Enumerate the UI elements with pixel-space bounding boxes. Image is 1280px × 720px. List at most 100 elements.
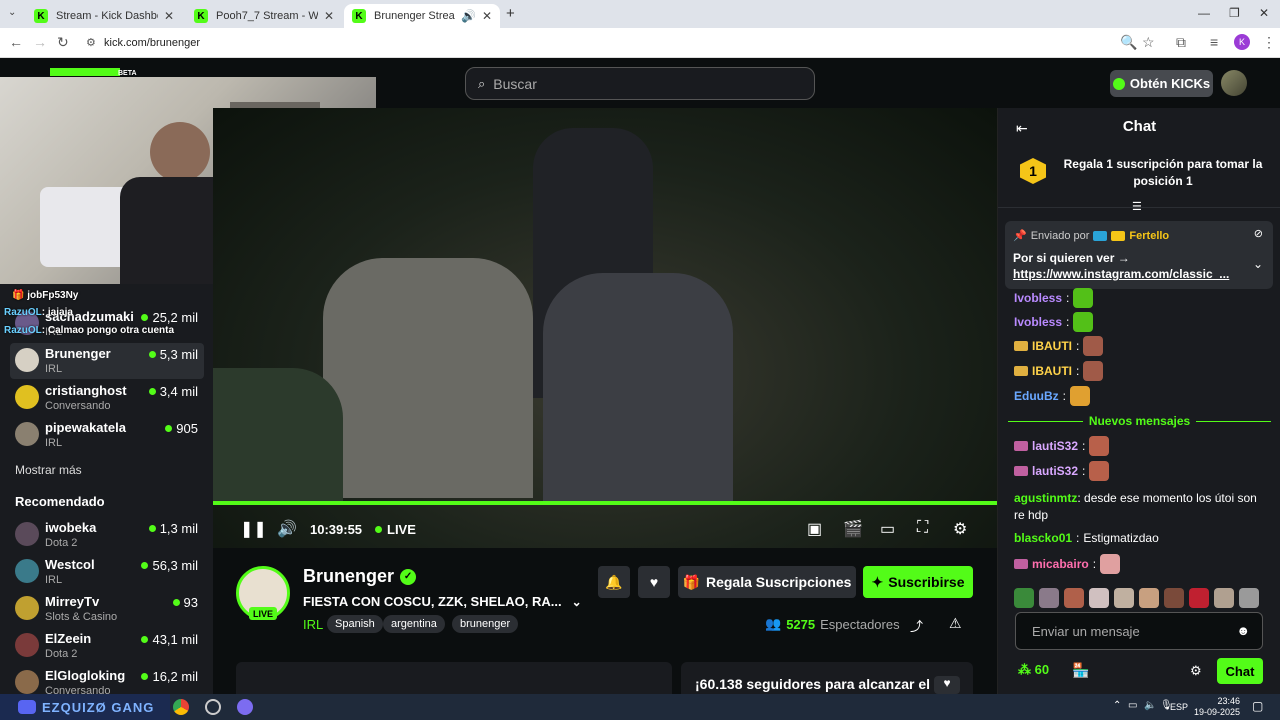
mute-tab-icon[interactable]: 🔊 [461,9,476,23]
volume-tray-icon[interactable]: 🔈 [1144,700,1156,711]
notifications-bell-button[interactable]: 🔔 [598,566,630,598]
obs-icon[interactable] [205,699,221,715]
share-icon[interactable]: ⤴ [910,616,923,635]
notifications-icon[interactable]: ▢ [1252,699,1263,713]
tab-list-icon[interactable]: ⌄ [8,7,16,18]
emote-icon[interactable] [1039,588,1059,608]
clip-icon[interactable]: 🎬 [843,519,863,539]
bookmark-star-icon[interactable]: ☆ [1142,34,1155,51]
show-more-link[interactable]: Mostrar más [15,463,82,477]
browser-menu-icon[interactable]: ⋮ [1262,34,1276,51]
network-icon[interactable]: ▭ [1128,700,1137,711]
miniplayer-icon[interactable]: ▣ [807,519,822,539]
close-tab-icon[interactable]: ✕ [482,9,492,23]
new-tab-icon[interactable]: + [506,5,515,22]
back-icon[interactable]: ← [9,34,23,50]
emote-icon[interactable] [1139,588,1159,608]
search-input[interactable]: ⌕ Buscar [465,67,815,100]
channel-points[interactable]: ⁂ 60 [1018,662,1049,678]
hide-pin-icon[interactable]: ⊘ [1254,227,1263,240]
emote-icon[interactable] [1114,588,1134,608]
chat-message: micabairo: [1014,554,1269,574]
user-avatar[interactable] [1221,70,1247,96]
site-info-icon[interactable]: ⚙ [86,36,96,49]
clock[interactable]: 23:46 19-09-2025 [1194,696,1240,718]
emote-icon[interactable] [1189,588,1209,608]
tab-kick-dashboard[interactable]: K Stream - Kick Dashboard ✕ [26,4,182,28]
tray-chevron-icon[interactable]: ⌃ [1113,700,1121,711]
chat-send-button[interactable]: Chat [1217,658,1263,684]
avatar [15,348,39,372]
chevron-down-icon[interactable]: ⌄ [572,595,582,609]
theater-mode-icon[interactable]: ▭ [880,519,895,539]
emote-bar [1014,588,1259,608]
emote-icon[interactable] [1014,588,1034,608]
stream-title[interactable]: FIESTA CON COSCU, ZZK, SHELAO, RA... ⌄ [303,594,582,609]
media-control-icon[interactable]: ≡ [1210,34,1218,50]
avatar [15,422,39,446]
subscribe-button[interactable]: ✦ Suscribirse [863,566,973,598]
sidebar-channel-pipewakatela[interactable]: pipewakatela IRL 905 [10,417,204,453]
sidebar-recommended-iwobeka[interactable]: iwobeka Dota 2 1,3 mil [10,517,204,553]
chat-message-input[interactable]: Enviar un mensaje ☻ [1015,612,1263,650]
extensions-icon[interactable]: ⧉ [1176,34,1186,51]
close-tab-icon[interactable]: ✕ [164,9,174,23]
kick-logo[interactable] [50,68,120,76]
sidebar-recommended-elzeein[interactable]: ElZeein Dota 2 43,1 mil [10,628,204,664]
pause-icon[interactable]: ❚❚ [240,519,267,539]
get-kicks-button[interactable]: Obtén KICKs [1110,70,1213,97]
settings-gear-icon[interactable]: ⚙ [953,519,967,539]
expand-icon[interactable]: ☰ [1132,200,1142,213]
sidebar-channel-brunenger[interactable]: Brunenger IRL 5,3 mil [10,343,204,379]
os-taskbar: EZQUIZØ GANG ⌃ ▭ 🔈 🎙 ESP 23:46 19-09-202… [0,694,1280,720]
emote-icon [1073,288,1094,308]
chrome-icon[interactable] [173,699,189,715]
minimize-icon[interactable]: — [1198,6,1210,20]
sidebar-recommended-mirreytv[interactable]: MirreyTv Slots & Casino 93 [10,591,204,627]
emoji-picker-icon[interactable]: ☻ [1236,623,1250,638]
streamer-name[interactable]: Brunenger ✓ [303,566,417,587]
tag-argentina[interactable]: argentina [383,615,445,633]
profile-avatar-icon[interactable]: K [1234,34,1250,50]
restore-icon[interactable]: ❐ [1229,6,1240,20]
store-icon[interactable]: 🏪 [1072,662,1089,679]
input-language[interactable]: ESP [1170,702,1188,712]
live-dot-icon [165,425,173,432]
emote-icon[interactable] [1064,588,1084,608]
tag-brunenger[interactable]: brunenger [452,615,519,633]
emote-icon[interactable] [1239,588,1259,608]
gift-subs-button[interactable]: 🎁 Regala Suscripciones [678,566,856,598]
report-warning-icon[interactable]: ⚠ [949,615,962,632]
volume-icon[interactable]: 🔊 [277,519,297,539]
chevron-down-icon[interactable]: ⌄ [1253,257,1263,271]
pinned-link[interactable]: https://www.instagram.com/classic_... [1013,266,1238,282]
app-icon[interactable] [237,699,253,715]
stream-category[interactable]: IRL [303,617,323,632]
emote-icon[interactable] [1214,588,1234,608]
forward-icon[interactable]: → [33,34,47,50]
fullscreen-icon[interactable]: ⛶ [917,519,928,537]
chat-settings-gear-icon[interactable]: ⚙ [1190,663,1202,679]
emote-icon[interactable] [1089,588,1109,608]
zoom-icon[interactable]: 🔍 [1120,34,1137,51]
emote-icon [1070,386,1091,406]
progress-bar[interactable] [213,501,997,505]
tag-spanish[interactable]: Spanish [327,615,383,633]
close-window-icon[interactable]: ✕ [1259,6,1269,20]
gift-leaderboard[interactable]: 1 Regala 1 suscripción para tomar la pos… [998,146,1280,213]
sidebar-recommended-westcol[interactable]: Westcol IRL 56,3 mil [10,554,204,590]
discord-app-button[interactable]: EZQUIZØ GANG [0,694,170,720]
reload-icon[interactable]: ↻ [57,34,69,51]
emote-icon[interactable] [1164,588,1184,608]
sidebar-channel-cristianghost[interactable]: cristianghost Conversando 3,4 mil [10,380,204,416]
follow-heart-button[interactable]: ♥ [638,566,670,598]
tab-pooh-stream[interactable]: K Pooh7_7 Stream - Watch Live o ✕ [186,4,342,28]
video-player[interactable]: ❚❚ 🔊 10:39:55 LIVE ▣ 🎬 ▭ ⛶ ⚙ [213,108,997,548]
emote-icon [1083,361,1104,381]
pinned-message[interactable]: 📌 Enviado por Fertello ⊘ Por si quieren … [1005,221,1273,289]
url-text: kick.com/brunenger [104,37,200,49]
tab-brunenger-stream[interactable]: K Brunenger Stream - Watch 🔊 ✕ [344,4,500,28]
close-tab-icon[interactable]: ✕ [324,9,334,23]
goal-heart-icon[interactable]: ♥ [934,676,960,694]
url-field[interactable]: ⚙ kick.com/brunenger [78,31,1168,55]
